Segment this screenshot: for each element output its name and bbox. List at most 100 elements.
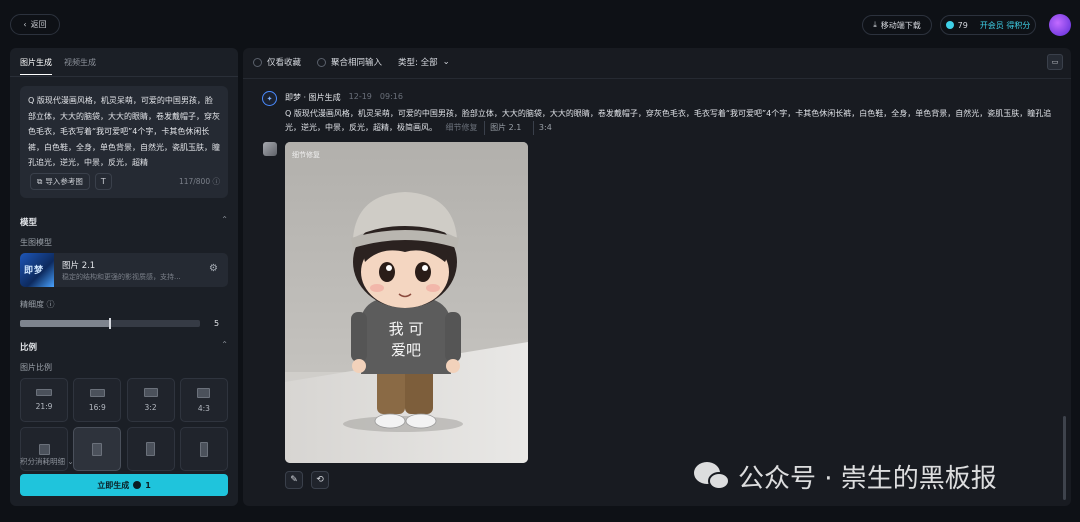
favorites-filter-label: 仅看收藏 [267, 58, 302, 68]
prompt-text[interactable]: Q 版现代漫画风格，机灵呆萌，可爱的中国男孩，脸部立体，大大的脑袋，大大的眼睛，… [28, 93, 220, 170]
mobile-download-button[interactable]: ⤓ 移动端下载 [862, 15, 932, 35]
divider [10, 76, 238, 77]
radio-icon [253, 57, 262, 67]
model-tag: 图片 2.1 [484, 121, 526, 135]
download-label: 移动端下载 [880, 20, 921, 30]
cost-detail-label: 积分消耗明细 [20, 457, 65, 466]
type-dropdown[interactable]: 类型: 全部 ⌄ [398, 56, 450, 68]
ratio-shape-icon [146, 442, 156, 456]
chevron-down-icon: ⌄ [442, 57, 450, 67]
type-dropdown-label: 类型: 全部 [398, 58, 438, 68]
ratio-option-9-16[interactable] [179, 427, 228, 471]
radio-icon [317, 57, 327, 67]
model-thumb-text: 即梦 [24, 266, 45, 276]
message-prompt: Q 版现代漫画风格，机灵呆萌，可爱的中国男孩，脸部立体，大大的脑袋，大大的眼睛，… [285, 107, 1055, 135]
ratio-option-label: 21:9 [35, 402, 53, 411]
divider [243, 78, 1071, 79]
watermark-text: 公众号 · 崇生的黑板报 [738, 464, 997, 494]
ratio-option-2-3[interactable] [126, 427, 175, 471]
prompt-tools: ⧉ 导入参考图 T [30, 173, 112, 190]
generate-button[interactable]: 立即生成 1 [20, 474, 228, 496]
ratio-option-21-9[interactable]: 21:9 [20, 378, 68, 422]
shirt-text-line-1: 我 可 [389, 320, 424, 338]
scrollbar[interactable] [1063, 416, 1066, 500]
sliders-icon[interactable]: ⚙ [209, 263, 218, 274]
top-bar: ‹ 返回 ⤓ 移动端下载 79 开会员 得积分 [0, 0, 1080, 46]
precision-label: 精细度 ⓘ [20, 299, 55, 310]
detail-fix-tag: 细节修复 [445, 123, 478, 132]
message-time: 09:16 [379, 92, 403, 101]
import-reference-button[interactable]: ⧉ 导入参考图 [30, 173, 90, 190]
prompt-input[interactable]: Q 版现代漫画风格，机灵呆萌，可爱的中国男孩，脸部立体，大大的脑袋，大大的眼睛，… [20, 86, 228, 198]
image-import-icon: ⧉ [37, 176, 43, 186]
precision-value: 5 [214, 319, 220, 328]
user-avatar[interactable] [1049, 14, 1071, 36]
chevron-up-icon[interactable]: ⌃ [221, 340, 228, 349]
text-format-icon: T [100, 177, 106, 186]
generate-label: 立即生成 [97, 480, 130, 490]
ratio-shape-icon [38, 443, 50, 455]
precision-slider-fill [20, 320, 110, 327]
back-label: 返回 [30, 20, 47, 29]
filter-bar: 仅看收藏 聚合相同输入 类型: 全部 ⌄ [253, 56, 450, 68]
chevron-down-icon: ⌄ [67, 457, 74, 466]
ratio-section-title: 比例 [20, 343, 38, 353]
reference-thumbnail[interactable] [263, 142, 277, 156]
generate-cost: 1 [145, 480, 151, 490]
ratio-option-3-4[interactable] [73, 427, 122, 471]
text-format-button[interactable]: T [94, 173, 112, 190]
tab-image-generation[interactable]: 图片生成 [20, 57, 52, 75]
ratio-tag: 3:4 [532, 121, 557, 135]
chevron-up-icon[interactable]: ⌃ [221, 215, 228, 224]
ratio-shape-icon [89, 388, 105, 397]
model-selector[interactable]: 即梦 图片 2.1 稳定的结构和更强的影视质感，支持... ⚙ [20, 253, 228, 287]
folder-icon: ▭ [1051, 58, 1059, 66]
merge-filter[interactable]: 聚合相同输入 [317, 56, 382, 68]
tab-video-generation[interactable]: 视频生成 [64, 57, 96, 75]
gen-model-label: 生图模型 [20, 238, 52, 247]
ratio-shape-icon [92, 442, 103, 456]
ratio-option-label: 3:2 [144, 403, 157, 412]
char-counter: 117/800 ⓘ [179, 176, 220, 187]
ratio-option-label: 4:3 [197, 403, 210, 413]
generated-image[interactable]: 我 可 爱吧 细节修复 [285, 142, 528, 463]
model-thumbnail: 即梦 [20, 253, 54, 287]
ratio-shape-icon [197, 387, 211, 398]
points-badge[interactable]: 79 开会员 得积分 [940, 15, 1036, 35]
favorites-filter[interactable]: 仅看收藏 [253, 56, 301, 68]
precision-label-text: 精细度 [20, 300, 44, 309]
generated-character-illustration: 我 可 爱吧 [285, 142, 528, 463]
ratio-option-3-2[interactable]: 3:2 [126, 378, 175, 422]
shirt-text-line-2: 爱吧 [391, 341, 421, 359]
points-count: 79 [957, 20, 968, 30]
ratio-label: 图片比例 [20, 363, 52, 372]
message-header: 即梦 · 图片生成 12-19 09:16 [285, 92, 403, 103]
download-icon: ⤓ [873, 20, 877, 29]
ratio-shape-icon [199, 441, 208, 457]
sparkle-icon: ✦ [266, 94, 273, 103]
coin-icon [945, 21, 954, 29]
regenerate-button[interactable]: ⟲ [311, 471, 329, 489]
precision-slider[interactable] [20, 318, 200, 329]
coin-icon [133, 481, 142, 489]
chevron-left-icon: ‹ [23, 20, 27, 29]
merge-filter-label: 聚合相同输入 [331, 58, 383, 68]
edit-button[interactable]: ✎ [285, 471, 303, 489]
vip-link[interactable]: 开会员 得积分 [980, 20, 1031, 31]
message-date: 12-19 [348, 92, 372, 101]
watermark: 公众号 · 崇生的黑板报 [694, 458, 997, 495]
precision-slider-handle[interactable] [109, 318, 111, 329]
ratio-shape-icon [36, 389, 52, 396]
folder-button[interactable]: ▭ [1047, 54, 1063, 70]
pencil-icon: ✎ [290, 475, 298, 485]
results-panel: 仅看收藏 聚合相同输入 类型: 全部 ⌄ ▭ ✦ 即梦 · 图片生成 12-19… [243, 48, 1071, 506]
ratio-option-16-9[interactable]: 16:9 [73, 378, 122, 422]
bot-avatar: ✦ [262, 91, 277, 106]
wechat-icon [694, 461, 732, 492]
ratio-option-4-3[interactable]: 4:3 [179, 378, 228, 422]
cost-detail-toggle[interactable]: 积分消耗明细 ⌄ [20, 456, 74, 467]
info-icon: ⓘ [46, 300, 55, 309]
back-button[interactable]: ‹ 返回 [10, 14, 60, 35]
generation-panel: 图片生成 视频生成 Q 版现代漫画风格，机灵呆萌，可爱的中国男孩，脸部立体，大大… [10, 48, 238, 506]
refresh-icon: ⟲ [316, 475, 324, 485]
